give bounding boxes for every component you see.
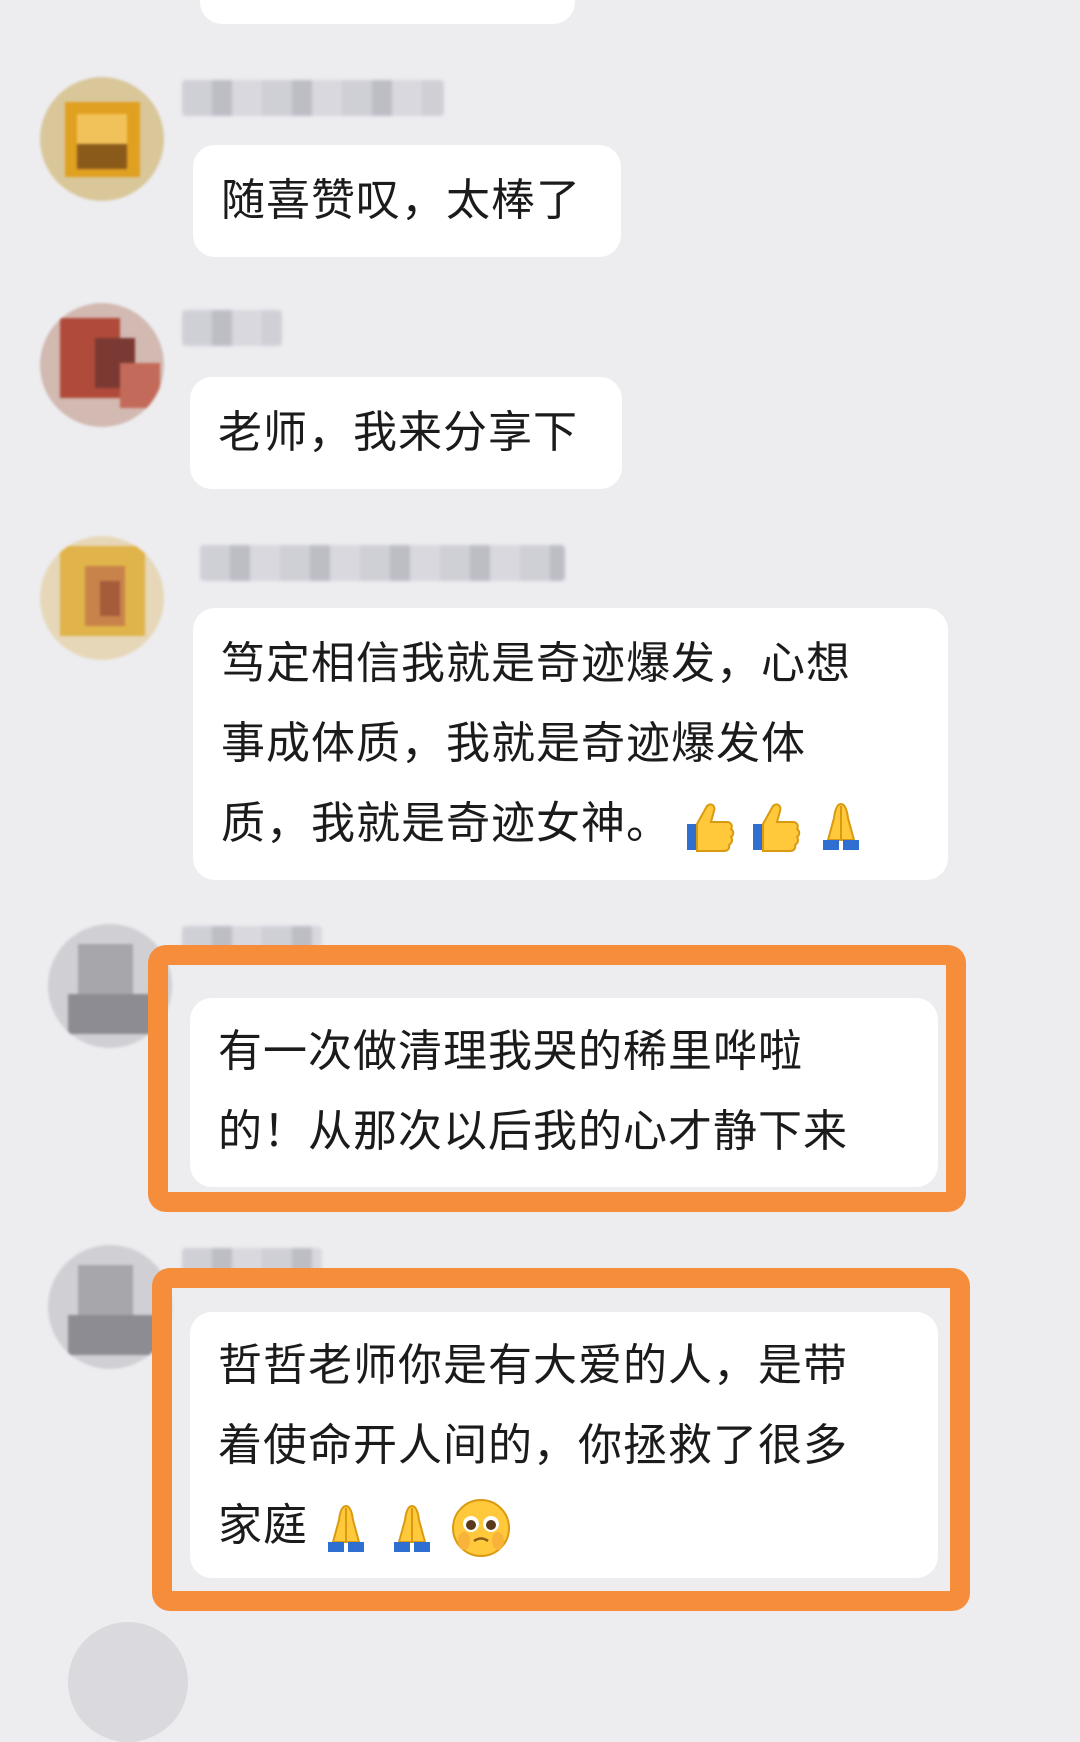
previous-message-bubble[interactable]: [200, 0, 575, 24]
message-text: 随喜赞叹，太棒了: [221, 175, 581, 226]
sender-name: [182, 310, 282, 346]
avatar[interactable]: [40, 536, 164, 660]
message-bubble[interactable]: 笃定相信我就是奇迹爆发，心想 事成体质，我就是奇迹爆发体 质，我就是奇迹女神。: [193, 608, 948, 880]
message-bubble[interactable]: 随喜赞叹，太棒了: [193, 145, 621, 257]
message-text-last-line: 质，我就是奇迹女神。: [221, 784, 920, 864]
message-bubble[interactable]: 老师，我来分享下: [190, 377, 622, 489]
message-text: 老师，我来分享下: [218, 407, 578, 458]
message-text: 质，我就是奇迹女神。: [221, 798, 671, 849]
sender-name: [182, 80, 444, 116]
sender-name: [200, 545, 565, 581]
thumbs-up-icon: [747, 798, 803, 854]
thumbs-up-icon: [681, 798, 737, 854]
folded-hands-icon: [813, 798, 869, 854]
highlight-frame: [148, 945, 966, 1212]
message-text: 事成体质，我就是奇迹爆发体: [221, 718, 806, 769]
highlight-frame: [152, 1268, 970, 1611]
chat-thread: 随喜赞叹，太棒了 老师，我来分享下 笃定相信我就是奇迹爆发，心想 事成体质，我就…: [0, 0, 1080, 1742]
message-text: 笃定相信我就是奇迹爆发，心想: [221, 638, 851, 689]
avatar[interactable]: [40, 303, 164, 427]
avatar[interactable]: [40, 77, 164, 201]
avatar[interactable]: [68, 1622, 188, 1742]
